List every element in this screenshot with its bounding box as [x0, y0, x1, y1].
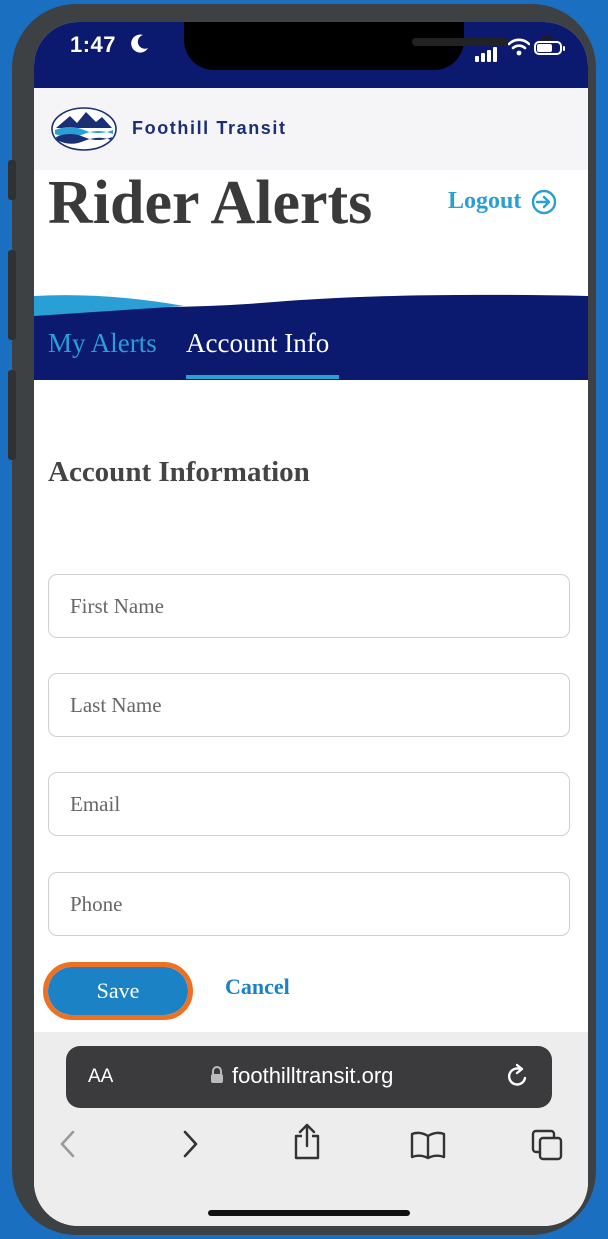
volume-up-button: [8, 250, 16, 340]
phone-field[interactable]: [48, 872, 570, 936]
back-icon[interactable]: [56, 1128, 80, 1160]
section-title: Account Information: [48, 456, 310, 488]
moon-icon: [131, 34, 148, 53]
page-title: Rider Alerts: [48, 169, 373, 237]
logout-arrow-icon: [532, 189, 557, 214]
tab-bar: My Alerts Account Info: [34, 328, 588, 379]
battery-icon: [534, 41, 565, 55]
active-tab-indicator: [186, 375, 339, 379]
url-text: foothilltransit.org: [232, 1063, 394, 1088]
first-name-field[interactable]: [48, 574, 570, 638]
volume-down-button: [8, 370, 16, 460]
cancel-link[interactable]: Cancel: [225, 974, 290, 1000]
save-button[interactable]: Save: [48, 967, 188, 1015]
text-size-button[interactable]: AA: [88, 1066, 113, 1088]
notch: [184, 22, 553, 70]
home-indicator: [208, 1210, 410, 1216]
browser-chrome: AA foothilltransit.org: [34, 1032, 588, 1226]
bookmarks-icon[interactable]: [410, 1130, 446, 1160]
address-bar[interactable]: AA foothilltransit.org: [66, 1046, 552, 1108]
status-time: 1:47: [70, 32, 117, 57]
wifi-icon: [508, 38, 530, 56]
logout-link[interactable]: Logout: [448, 188, 557, 215]
foothill-logo[interactable]: [50, 106, 118, 152]
share-icon[interactable]: [292, 1122, 322, 1160]
forward-icon[interactable]: [178, 1128, 202, 1160]
phone-screen: 1:47 Foothill Transit Rider Alerts Logou…: [34, 22, 588, 1226]
tab-my-alerts[interactable]: My Alerts: [48, 328, 157, 359]
mute-switch: [8, 160, 16, 200]
reload-icon[interactable]: [506, 1063, 530, 1089]
lock-icon: [211, 1066, 223, 1083]
brand-name: Foothill Transit: [132, 118, 287, 138]
brand-header: Foothill Transit: [34, 88, 588, 170]
tab-account-info[interactable]: Account Info: [186, 328, 329, 359]
logout-label: Logout: [448, 188, 522, 214]
status-bar: 1:47: [34, 22, 588, 88]
signal-icon: [475, 44, 499, 62]
last-name-field[interactable]: [48, 673, 570, 737]
email-field[interactable]: [48, 772, 570, 836]
tabs-icon[interactable]: [530, 1128, 564, 1162]
